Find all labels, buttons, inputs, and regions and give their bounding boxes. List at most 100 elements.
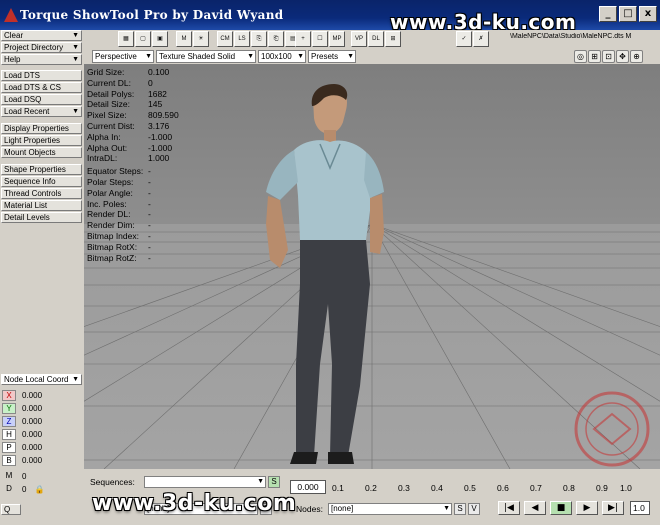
presets-select[interactable]: Presets <box>308 50 356 63</box>
view-icon[interactable]: ▣ <box>152 31 168 47</box>
lock-icon[interactable]: 🔒 <box>34 485 44 494</box>
material-list-button[interactable]: Material List <box>1 200 82 211</box>
display-properties-button[interactable]: Display Properties <box>1 123 82 134</box>
nodes-v-button[interactable]: V <box>468 503 480 515</box>
stat-intra-dl: IntraDL: 1.000 <box>87 153 170 164</box>
h-axis-label: H <box>2 428 16 440</box>
stat-detail-polys: Detail Polys: 1682 <box>87 88 167 99</box>
nodes-select[interactable]: [none] <box>328 503 452 515</box>
watermark-bottom: www.3d-ku.com <box>92 491 297 516</box>
close-button[interactable]: x <box>639 6 657 22</box>
tick-label: 0.5 <box>464 483 476 493</box>
y-value: 0.000 <box>22 403 43 413</box>
load-dsq-button[interactable]: Load DSQ <box>1 94 82 105</box>
x-icon[interactable]: ✗ <box>473 31 489 47</box>
play-button[interactable]: ▶ <box>576 501 598 515</box>
copy-icon[interactable]: ⎘ <box>251 31 267 47</box>
fit-view-icon[interactable]: ⊡ <box>602 50 615 63</box>
sequence-s-button[interactable]: S <box>268 476 280 488</box>
dl-icon[interactable]: DL <box>368 31 384 47</box>
bag-icon[interactable]: ☐ <box>312 31 328 47</box>
grid-size-select[interactable]: 100x100 <box>258 50 306 63</box>
stat-current-dist: Current Dist: 3.176 <box>87 120 170 131</box>
3d-viewport[interactable]: Grid Size: 0.100 Current DL: 0 Detail Poly… <box>84 64 660 469</box>
minimize-button[interactable]: _ <box>599 6 617 22</box>
stat-grid-size: Grid Size: 0.100 <box>87 67 170 77</box>
left-panel: Clear Project Directory Help Load DTS Lo… <box>0 30 84 525</box>
thread-controls-button[interactable]: Thread Controls <box>1 188 82 199</box>
ls-icon[interactable]: LS <box>234 31 250 47</box>
tick-label: 0.9 <box>596 483 608 493</box>
m-label: M <box>5 470 13 480</box>
light-properties-button[interactable]: Light Properties <box>1 135 82 146</box>
stat-bitmap-index: Bitmap Index: - <box>87 230 151 241</box>
pan-icon[interactable]: ✥ <box>616 50 629 63</box>
clear-button[interactable]: Clear <box>1 30 82 41</box>
mesh-icon[interactable]: M <box>176 31 192 47</box>
detail-levels-button[interactable]: Detail Levels <box>1 212 82 223</box>
help-button[interactable]: Help <box>1 54 82 65</box>
mp-icon[interactable]: MP <box>329 31 345 47</box>
d-label: D <box>6 483 12 493</box>
sequences-label: Sequences: <box>90 477 135 487</box>
coord-row-b: B 0.000 <box>2 454 42 466</box>
coord-row-m: M 0 <box>2 470 27 482</box>
target-icon[interactable]: ◎ <box>574 50 587 63</box>
tick-label: 0.4 <box>431 483 443 493</box>
speed-field[interactable]: 1.0 <box>630 501 650 515</box>
stat-alpha-in: Alpha In: -1.000 <box>87 131 173 142</box>
tick-label: 0.2 <box>365 483 377 493</box>
nodes-s-button[interactable]: S <box>454 503 466 515</box>
stat-alpha-out: Alpha Out: -1.000 <box>87 142 173 153</box>
sequences-select[interactable] <box>144 476 266 488</box>
project-directory-button[interactable]: Project Directory <box>1 42 82 53</box>
app-icon <box>4 8 18 22</box>
paste-icon[interactable]: ⎗ <box>268 31 284 47</box>
window-title: Torque ShowTool Pro by David Wyand <box>20 8 284 22</box>
p-value: 0.000 <box>22 442 43 452</box>
quit-button[interactable]: Q <box>1 504 21 515</box>
d-value: 0 <box>22 484 27 494</box>
viewport-scene <box>84 64 660 469</box>
maximize-button[interactable]: □ <box>619 6 637 22</box>
stat-polar-steps: Polar Steps: - <box>87 176 151 187</box>
y-axis-label: Y <box>2 402 16 414</box>
shape-properties-button[interactable]: Shape Properties <box>1 164 82 175</box>
sequence-info-button[interactable]: Sequence Info <box>1 176 82 187</box>
load-recent-button[interactable]: Load Recent <box>1 106 82 117</box>
skip-end-button[interactable]: ▶| <box>602 501 624 515</box>
coord-mode-select[interactable]: Node Local Coord <box>1 374 82 385</box>
node-icon[interactable]: ⊞ <box>385 31 401 47</box>
render-mode-select[interactable]: Texture Shaded Solid <box>156 50 256 63</box>
vp-icon[interactable]: VP <box>351 31 367 47</box>
stat-current-dl: Current DL: 0 <box>87 77 153 88</box>
grid-icon[interactable]: ▦ <box>118 31 134 47</box>
shape-path: \MaleNPC\Data\Studio\MaleNPC.dts M <box>510 33 632 40</box>
time-ruler[interactable]: 0.1 0.2 0.3 0.4 0.5 0.6 0.7 0.8 0.9 1.0 <box>330 480 632 494</box>
zoom-icon[interactable]: ⊕ <box>630 50 643 63</box>
plus-icon[interactable]: + <box>295 31 311 47</box>
coord-row-d: D 0 🔒 <box>2 483 44 495</box>
skip-start-button[interactable]: |◀ <box>498 501 520 515</box>
stats-overlay: Grid Size: 0.100 Current DL: 0 Detail Poly… <box>87 67 179 263</box>
coord-row-z: Z 0.000 <box>2 415 42 427</box>
z-axis-label: Z <box>2 415 16 427</box>
grid-view-icon[interactable]: ⊞ <box>588 50 601 63</box>
step-back-button[interactable]: ◀ <box>524 501 546 515</box>
frame-icon[interactable]: ▢ <box>135 31 151 47</box>
tick-label: 0.3 <box>398 483 410 493</box>
stat-bitmap-rotx: Bitmap RotX: - <box>87 241 151 252</box>
h-value: 0.000 <box>22 429 43 439</box>
load-dts-button[interactable]: Load DTS <box>1 70 82 81</box>
tick-label: 0.8 <box>563 483 575 493</box>
stop-button[interactable]: ■ <box>550 501 572 515</box>
light-icon[interactable]: ☀ <box>193 31 209 47</box>
stat-bitmap-rotz: Bitmap RotZ: - <box>87 252 151 263</box>
check-icon[interactable]: ✓ <box>456 31 472 47</box>
b-value: 0.000 <box>22 455 43 465</box>
cm-icon[interactable]: CM <box>217 31 233 47</box>
mount-objects-button[interactable]: Mount Objects <box>1 147 82 158</box>
load-dts-cs-button[interactable]: Load DTS & CS <box>1 82 82 93</box>
camera-select[interactable]: Perspective <box>92 50 154 63</box>
x-value: 0.000 <box>22 390 43 400</box>
